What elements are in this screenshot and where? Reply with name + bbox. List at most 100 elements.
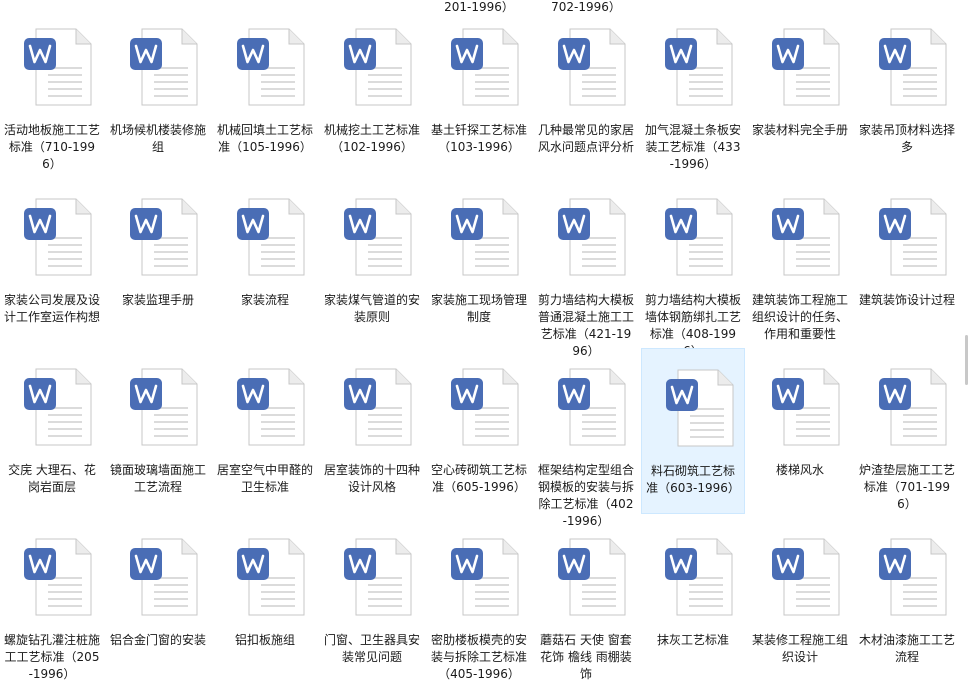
- file-name-label: 镜面玻璃墙面施工工艺流程: [110, 463, 207, 494]
- file-name-label: 家装流程: [240, 293, 289, 307]
- scroll-thumb[interactable]: [965, 335, 968, 385]
- word-document-icon: [879, 28, 947, 106]
- file-item[interactable]: 料石砌筑工艺标准（603-1996）: [641, 348, 745, 514]
- file-item[interactable]: 机械回填土工艺标准（105-1996）: [213, 8, 317, 174]
- word-document-icon: [665, 198, 733, 276]
- word-document-icon: [24, 198, 92, 276]
- file-item[interactable]: 炉渣垫层施工工艺标准（701-1996）: [855, 348, 959, 514]
- file-name-label: 家装施工现场管理制度: [431, 293, 528, 324]
- word-document-icon: [558, 538, 626, 616]
- file-item[interactable]: 活动地板施工工艺标准（710-1996）: [0, 8, 104, 174]
- file-name-label: 蘑菇石 天使 窗套 花饰 檐线 雨棚装饰: [540, 633, 632, 681]
- word-document-icon: [666, 369, 734, 447]
- file-item[interactable]: 框架结构定型组合钢模板的安装与拆除工艺标准（402-1996）: [534, 348, 638, 528]
- file-item[interactable]: 蘑菇石 天使 窗套 花饰 檐线 雨棚装饰: [534, 518, 638, 684]
- word-document-icon: [665, 538, 733, 616]
- file-item[interactable]: 家装材料完全手册: [748, 8, 852, 174]
- file-item[interactable]: 几种最常见的家居风水问题点评分析: [534, 8, 638, 174]
- word-document-icon: [451, 538, 519, 616]
- word-document-icon: [879, 368, 947, 446]
- file-item[interactable]: 楼梯风水: [748, 348, 852, 514]
- word-document-icon: [24, 538, 92, 616]
- file-name-label: 木材油漆施工工艺流程: [859, 633, 956, 664]
- file-name-label: 门窗、卫生器具安装常见问题: [324, 633, 421, 664]
- file-item[interactable]: 加气混凝土条板安装工艺标准（433-1996）: [641, 8, 745, 174]
- word-document-icon: [772, 538, 840, 616]
- file-item[interactable]: 家装施工现场管理制度: [427, 178, 531, 344]
- word-document-icon: [879, 198, 947, 276]
- file-name-label: 楼梯风水: [775, 463, 824, 477]
- word-document-icon: [451, 198, 519, 276]
- file-name-label: 家装煤气管道的安装原则: [324, 293, 421, 324]
- file-name-label: 炉渣垫层施工工艺标准（701-1996）: [859, 463, 956, 511]
- file-item[interactable]: 建筑装饰工程施工组织设计的任务、作用和重要性: [748, 178, 852, 344]
- file-item[interactable]: 机械挖土工艺标准（102-1996）: [320, 8, 424, 174]
- file-item[interactable]: 机场候机楼装修施组: [106, 8, 210, 174]
- partial-file-label: 702-1996）: [551, 0, 621, 14]
- file-item[interactable]: 空心砖砌筑工艺标准（605-1996）: [427, 348, 531, 514]
- vertical-scrollbar[interactable]: [960, 0, 976, 677]
- file-item[interactable]: 家装煤气管道的安装原则: [320, 178, 424, 344]
- file-item[interactable]: 基土钎探工艺标准（103-1996）: [427, 8, 531, 174]
- file-item[interactable]: 建筑装饰设计过程: [855, 178, 959, 344]
- word-document-icon: [558, 368, 626, 446]
- file-item[interactable]: 螺旋钻孔灌注桩施工工艺标准（205-1996）: [0, 518, 104, 684]
- file-item[interactable]: 镜面玻璃墙面施工工艺流程: [106, 348, 210, 514]
- file-item[interactable]: 居室空气中甲醛的卫生标准: [213, 348, 317, 514]
- file-name-label: 建筑装饰设计过程: [859, 293, 956, 307]
- file-item[interactable]: 剪力墙结构大模板墙体钢筋绑扎工艺标准（408-1996）: [641, 178, 745, 358]
- file-name-label: 家装吊顶材料选择多: [859, 123, 956, 154]
- word-document-icon: [772, 28, 840, 106]
- file-name-label: 居室装饰的十四种设计风格: [324, 463, 421, 494]
- file-name-label: 螺旋钻孔灌注桩施工工艺标准（205-1996）: [4, 633, 101, 681]
- file-name-label: 密肋楼板模壳的安装与拆除工艺标准（405-1996）: [431, 633, 528, 681]
- file-name-label: 家装材料完全手册: [752, 123, 849, 137]
- file-item[interactable]: 家装监理手册: [106, 178, 210, 344]
- file-name-label: 料石砌筑工艺标准（603-1996）: [646, 464, 740, 495]
- file-name-label: 空心砖砌筑工艺标准（605-1996）: [431, 463, 528, 494]
- word-document-icon: [130, 28, 198, 106]
- word-document-icon: [558, 198, 626, 276]
- file-item[interactable]: 家装公司发展及设计工作室运作构想: [0, 178, 104, 344]
- word-document-icon: [237, 28, 305, 106]
- word-document-icon: [344, 368, 412, 446]
- file-item[interactable]: 密肋楼板模壳的安装与拆除工艺标准（405-1996）: [427, 518, 531, 684]
- file-item[interactable]: 居室装饰的十四种设计风格: [320, 348, 424, 514]
- file-item[interactable]: 某装修工程施工组织设计: [748, 518, 852, 684]
- word-document-icon: [344, 538, 412, 616]
- file-name-label: 机械回填土工艺标准（105-1996）: [217, 123, 314, 154]
- word-document-icon: [344, 28, 412, 106]
- word-document-icon: [665, 28, 733, 106]
- word-document-icon: [451, 28, 519, 106]
- file-name-label: 铝扣板施组: [234, 633, 295, 647]
- word-document-icon: [24, 368, 92, 446]
- file-name-label: 抹灰工艺标准: [656, 633, 729, 647]
- partial-file-label: 201-1996）: [444, 0, 514, 14]
- word-document-icon: [451, 368, 519, 446]
- word-document-icon: [130, 368, 198, 446]
- file-name-label: 加气混凝土条板安装工艺标准（433-1996）: [645, 123, 742, 171]
- file-name-label: 铝合金门窗的安装: [110, 633, 207, 647]
- file-item[interactable]: 家装流程: [213, 178, 317, 344]
- file-item[interactable]: 抹灰工艺标准: [641, 518, 745, 684]
- file-name-label: 几种最常见的家居风水问题点评分析: [538, 123, 635, 154]
- word-document-icon: [237, 368, 305, 446]
- file-item[interactable]: 铝扣板施组: [213, 518, 317, 684]
- file-item[interactable]: 家装吊顶材料选择多: [855, 8, 959, 174]
- file-name-label: 建筑装饰工程施工组织设计的任务、作用和重要性: [752, 293, 849, 341]
- file-item[interactable]: 木材油漆施工工艺流程: [855, 518, 959, 684]
- file-item[interactable]: 交庑 大理石、花岗岩面层: [0, 348, 104, 514]
- file-name-label: 居室空气中甲醛的卫生标准: [217, 463, 314, 494]
- file-name-label: 机场候机楼装修施组: [110, 123, 207, 154]
- file-name-label: 某装修工程施工组织设计: [752, 633, 849, 664]
- file-name-label: 家装监理手册: [121, 293, 194, 307]
- file-item[interactable]: 铝合金门窗的安装: [106, 518, 210, 684]
- file-name-label: 基土钎探工艺标准（103-1996）: [431, 123, 528, 154]
- word-document-icon: [772, 198, 840, 276]
- file-name-label: 家装公司发展及设计工作室运作构想: [4, 293, 101, 324]
- word-document-icon: [237, 198, 305, 276]
- word-document-icon: [772, 368, 840, 446]
- word-document-icon: [130, 198, 198, 276]
- file-item[interactable]: 门窗、卫生器具安装常见问题: [320, 518, 424, 684]
- file-item[interactable]: 剪力墙结构大模板普通混凝土施工工艺标准（421-1996）: [534, 178, 638, 358]
